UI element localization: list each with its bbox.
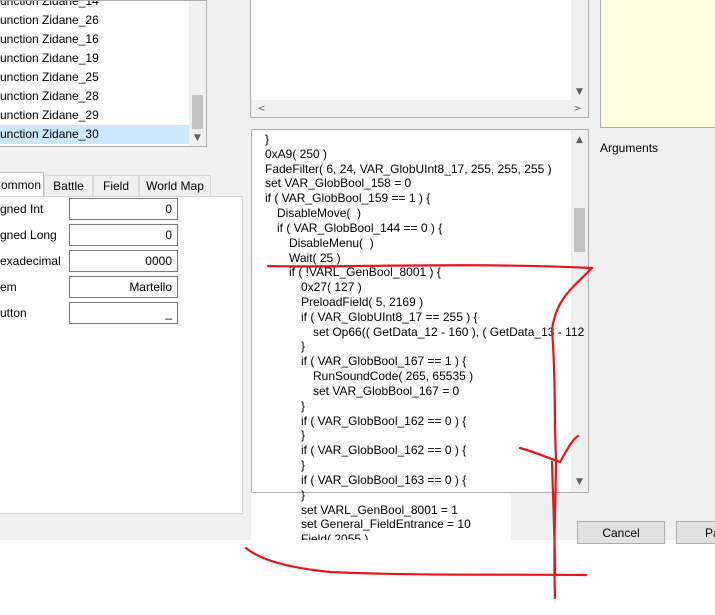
code-line: DisableMove( ) <box>277 206 362 221</box>
code-line: RunSoundCode( 265, 65535 ) <box>313 369 474 384</box>
tab-ommon[interactable]: ommon <box>0 172 44 197</box>
function-list[interactable]: unction Zidane_14 unction Zidane_26 unctio… <box>0 0 207 147</box>
code-line: } <box>301 458 306 473</box>
function-list-item[interactable]: unction Zidane_25 <box>0 68 189 87</box>
code-line: 0xA9( 250 ) <box>265 146 328 161</box>
function-list-item[interactable]: unction Zidane_26 <box>0 11 189 30</box>
code-line: } <box>301 487 306 502</box>
field-input[interactable]: 0 <box>69 198 178 220</box>
scroll-down-arrow-icon[interactable]: ▼ <box>571 86 588 98</box>
code-line: set VAR_GlobBool_158 = 0 <box>265 176 412 191</box>
cancel-button[interactable]: Cancel <box>577 521 665 544</box>
tab-panel-common: gned Int 0 gned Long 0 exadecimal 0000 em Marte… <box>0 196 243 514</box>
code-line: DisableMenu( ) <box>289 235 374 250</box>
scroll-left-arrow-icon[interactable]: < <box>253 103 270 115</box>
function-list-item[interactable]: unction Zidane_28 <box>0 87 189 106</box>
code-line: if ( VAR_GlobBool_159 == 1 ) { <box>265 191 431 206</box>
top-box-vscrollbar[interactable]: ▼ <box>571 0 588 100</box>
tab-world-map[interactable]: World Map <box>139 175 211 196</box>
field-label: gned Long <box>0 228 57 242</box>
code-line: if ( VAR_GlobBool_144 == 0 ) { <box>277 220 443 235</box>
code-line: set General_FieldEntrance = 10 <box>301 517 471 532</box>
lower-white-area <box>0 540 715 615</box>
code-line: if ( VAR_GlobUInt8_17 == 255 ) { <box>301 309 478 324</box>
function-list-item[interactable]: unction Zidane_16 <box>0 30 189 49</box>
function-list-item[interactable]: unction Zidane_29 <box>0 106 189 125</box>
code-line: if ( VAR_GlobBool_163 == 0 ) { <box>301 472 467 487</box>
code-line: } <box>301 428 306 443</box>
partial-button[interactable]: Pa <box>676 521 715 544</box>
code-line: if ( VAR_GlobBool_162 == 0 ) { <box>301 413 467 428</box>
arguments-label: Arguments <box>600 141 659 155</box>
description-panel <box>600 0 715 128</box>
function-list-scroll-thumb[interactable] <box>192 95 203 129</box>
code-line: if ( VAR_GlobBool_162 == 0 ) { <box>301 443 467 458</box>
code-line: set Op66(( GetData_12 - 160 ), ( GetData… <box>313 324 585 339</box>
field-input[interactable]: Martello <box>69 276 178 298</box>
function-list-item[interactable]: unction Zidane_30 <box>0 125 189 144</box>
scroll-down-arrow-icon[interactable]: ▼ <box>571 476 588 488</box>
function-list-item[interactable]: unction Zidane_19 <box>0 49 189 68</box>
code-line: PreloadField( 5, 2169 ) <box>301 295 424 310</box>
code-line: } <box>265 132 270 146</box>
field-input[interactable]: _ <box>69 302 178 324</box>
scroll-up-arrow-icon[interactable]: ▲ <box>571 134 588 146</box>
code-line: set VAR_GlobBool_167 = 0 <box>313 383 460 398</box>
code-line: FadeFilter( 6, 24, VAR_GlobUInt8_17, 255… <box>265 161 552 176</box>
code-line: set VARL_GenBool_8001 = 1 <box>301 502 458 517</box>
code-line: Wait( 25 ) <box>289 250 341 265</box>
function-list-item[interactable]: unction Zidane_14 <box>0 1 189 11</box>
code-line: if ( !VARL_GenBool_8001 ) { <box>289 265 441 280</box>
field-input[interactable]: 0 <box>69 224 178 246</box>
field-label: utton <box>0 306 27 320</box>
field-input[interactable]: 0000 <box>69 250 178 272</box>
top-box-hscrollbar[interactable]: < > <box>251 100 588 117</box>
code-line: 0x27( 127 ) <box>301 280 362 295</box>
field-label: gned Int <box>0 202 44 216</box>
top-text-box[interactable]: ▼ < > <box>250 0 589 118</box>
field-label: em <box>0 280 17 294</box>
tab-battle[interactable]: Battle <box>44 175 93 196</box>
function-list-scrollbar[interactable]: ▼ <box>189 1 206 146</box>
code-line: if ( VAR_GlobBool_167 == 1 ) { <box>301 354 467 369</box>
code-editor-scroll-thumb[interactable] <box>574 208 585 252</box>
code-editor-scrollbar[interactable]: ▲ ▼ <box>571 130 588 492</box>
code-line: } <box>301 398 306 413</box>
tab-field[interactable]: Field <box>93 175 139 196</box>
code-line: } <box>301 339 306 354</box>
scroll-right-arrow-icon[interactable]: > <box>569 103 586 115</box>
scroll-down-arrow-icon[interactable]: ▼ <box>189 132 206 144</box>
field-label: exadecimal <box>0 254 61 268</box>
